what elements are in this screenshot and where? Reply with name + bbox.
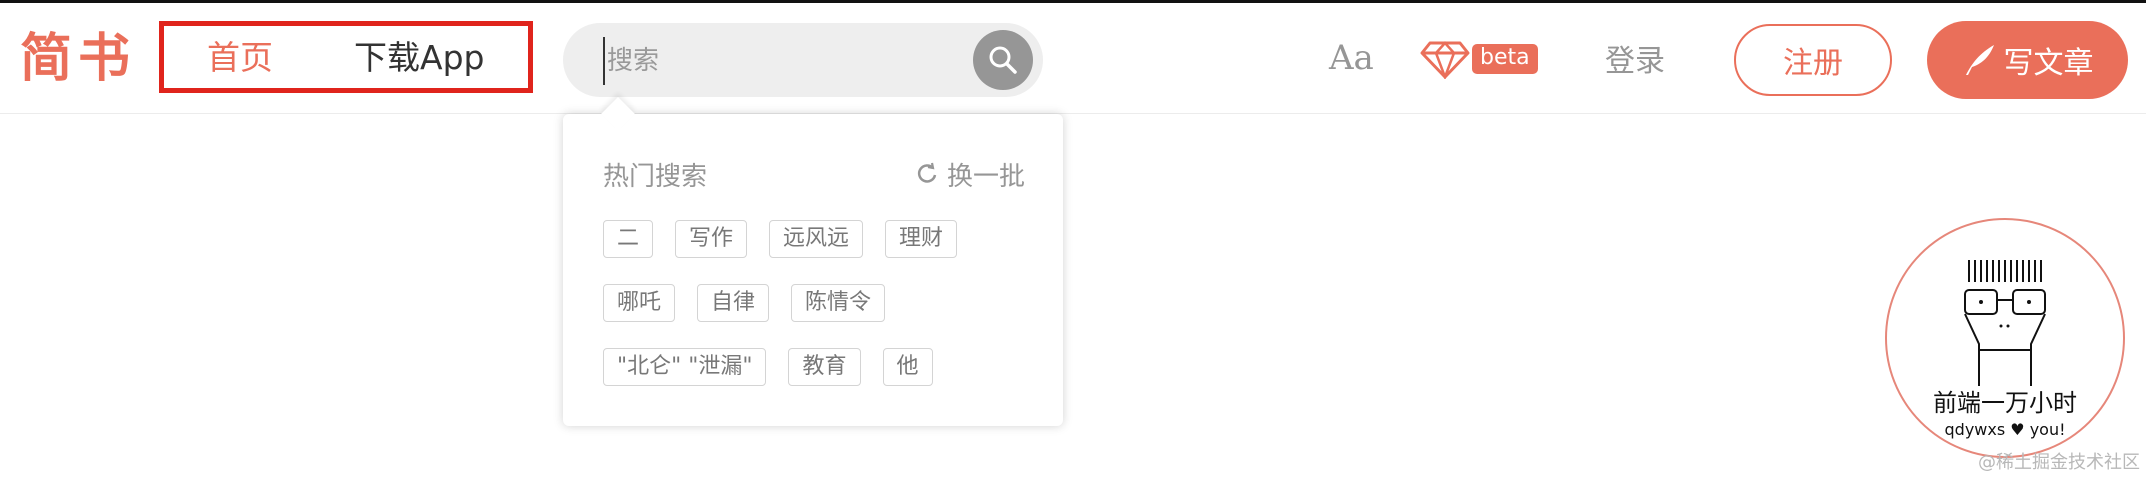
- hot-search-tag[interactable]: 二: [603, 220, 654, 258]
- hot-search-title: 热门搜索: [603, 161, 708, 192]
- login-link[interactable]: 登录: [1605, 40, 1665, 84]
- tag-row: "北仑" "泄漏" 教育 他: [603, 348, 1043, 412]
- register-label: 注册: [1783, 46, 1843, 81]
- tag-row: 哪吒 自律 陈情令: [603, 284, 1043, 348]
- avatar-title: 前端一万小时: [1933, 389, 2077, 417]
- search-input[interactable]: [603, 37, 949, 85]
- nav-download-app-link[interactable]: 下载App: [354, 36, 484, 80]
- cartoon-face-icon: [1964, 260, 2046, 386]
- refresh-icon: [917, 162, 937, 183]
- write-article-label: 写文章: [2003, 46, 2094, 81]
- hot-search-header: 热门搜索 换一批: [603, 154, 1025, 194]
- search-box: [563, 23, 1043, 97]
- hot-search-tag[interactable]: 远风远: [769, 220, 864, 258]
- hot-search-tag[interactable]: "北仑" "泄漏": [603, 348, 767, 386]
- navbar: 简书 首页 下载App Aa beta 登录 注册 写文章: [0, 3, 2146, 114]
- refresh-button[interactable]: 换一批: [915, 156, 1025, 193]
- logo[interactable]: 简书: [20, 27, 136, 91]
- hot-search-tag[interactable]: 写作: [675, 220, 748, 258]
- search-button[interactable]: [973, 30, 1033, 90]
- hot-search-tag[interactable]: 理财: [885, 220, 958, 258]
- author-avatar: 前端一万小时 qdywxs ♥ you!: [1885, 218, 2125, 458]
- hot-search-tag[interactable]: 他: [882, 348, 933, 386]
- refresh-label: 换一批: [946, 161, 1025, 192]
- hot-search-tag[interactable]: 教育: [788, 348, 861, 386]
- search-icon: [989, 46, 1017, 74]
- watermark: @稀土掘金技术社区: [1978, 452, 2140, 473]
- hot-search-tags: 二 写作 远风远 理财 哪吒 自律 陈情令 "北仑" "泄漏" 教育 他: [603, 220, 1043, 412]
- diamond-icon: [1420, 41, 1470, 79]
- avatar-subtitle: qdywxs ♥ you!: [1944, 420, 2066, 439]
- tag-row: 二 写作 远风远 理财: [603, 220, 1043, 284]
- beta-badge: beta: [1472, 44, 1538, 74]
- hot-search-tag[interactable]: 哪吒: [603, 284, 676, 322]
- hot-search-dropdown: 热门搜索 换一批 二 写作 远风远 理财 哪吒 自律 陈情令 "北仑" "泄漏"…: [563, 97, 1063, 426]
- register-button[interactable]: 注册: [1734, 24, 1892, 96]
- write-article-button[interactable]: 写文章: [1927, 21, 2128, 99]
- beta-link[interactable]: beta: [1420, 36, 1538, 82]
- feather-pen-icon: [1965, 45, 1994, 75]
- hot-search-tag[interactable]: 自律: [697, 284, 770, 322]
- font-size-toggle[interactable]: Aa: [1329, 35, 1374, 81]
- hot-search-tag[interactable]: 陈情令: [791, 284, 886, 322]
- nav-home-link[interactable]: 首页: [207, 36, 273, 80]
